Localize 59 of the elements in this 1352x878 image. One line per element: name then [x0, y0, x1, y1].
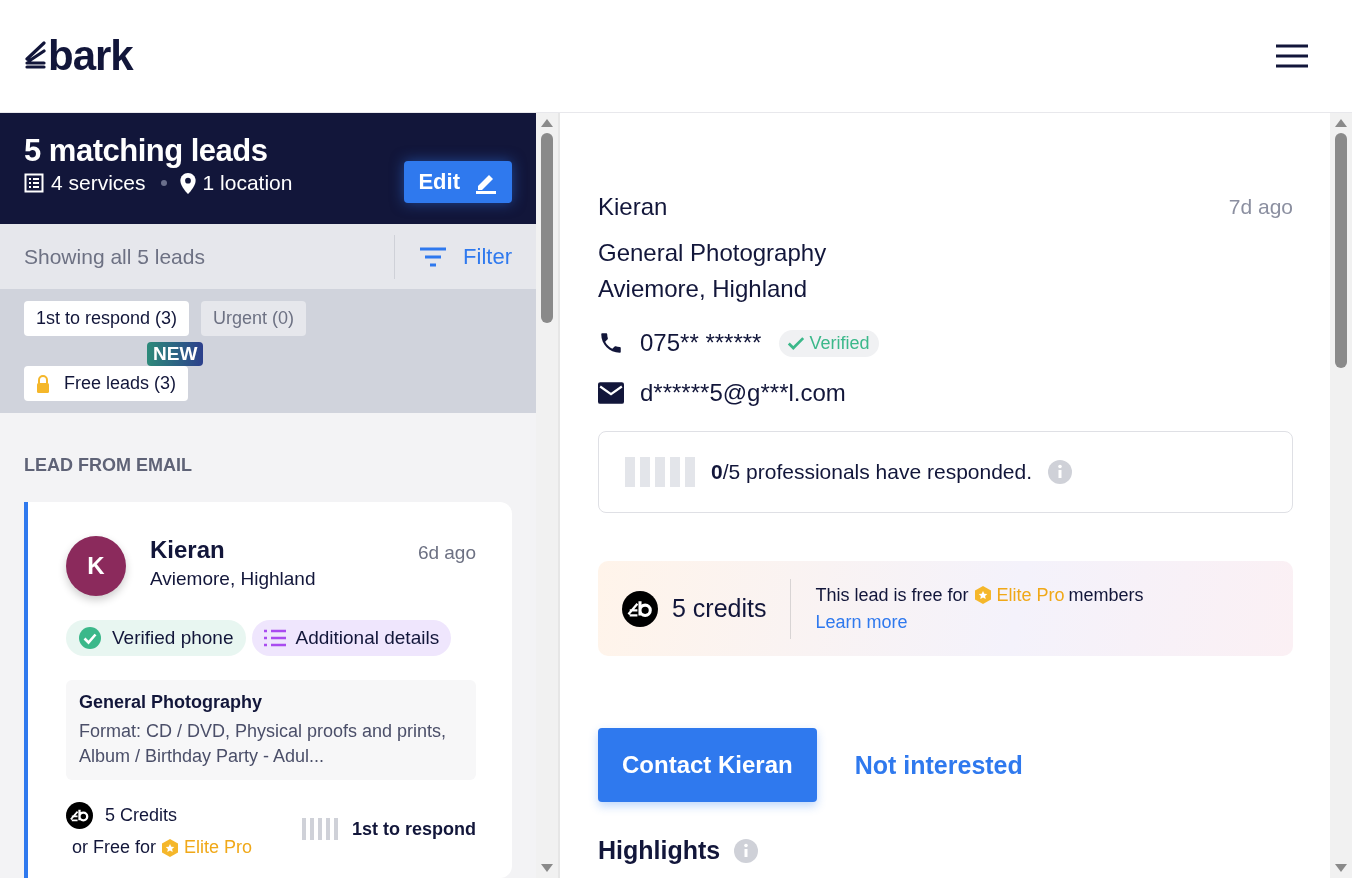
check-circle-icon	[78, 626, 102, 651]
phone-number: 075** ******	[640, 329, 762, 357]
lead-name: Kieran	[150, 536, 226, 565]
new-badge: NEW	[147, 342, 204, 367]
lead-card[interactable]	[24, 502, 512, 878]
credits-icon	[622, 590, 658, 627]
lead-tag: Additional details	[251, 620, 452, 657]
lead-name: Kieran	[598, 193, 668, 221]
logo-icon	[24, 41, 46, 71]
response-bars-icon	[302, 818, 338, 840]
check-icon	[787, 335, 806, 351]
lock-icon	[36, 374, 50, 393]
verified-badge: Verified	[779, 329, 880, 357]
responses-text: 0/5 professionals have responded.	[711, 460, 1033, 484]
list-icon	[263, 629, 286, 648]
lead-location: Aviemore, Highland	[150, 568, 317, 591]
filter-icon	[419, 245, 448, 268]
avatar: K	[66, 536, 126, 597]
list-icon	[24, 173, 44, 193]
learn-more-link[interactable]: Learn more	[815, 611, 908, 633]
section-label: LEAD FROM EMAIL	[24, 455, 193, 477]
elite-pro-text: Elite Pro	[996, 584, 1065, 606]
elite-badge-icon	[160, 837, 181, 858]
service-title: General Photography	[598, 238, 828, 268]
scrollbar[interactable]	[1330, 113, 1352, 878]
location-pin-icon	[179, 172, 196, 194]
email-address: d******5@g***l.com	[640, 379, 846, 407]
service-title: General Photography	[79, 692, 264, 714]
free-for-text: or Free for	[72, 837, 157, 858]
lead-time: 6d ago	[417, 542, 476, 565]
response-bars-icon	[625, 457, 695, 487]
contact-button[interactable]: Contact Kieran	[598, 728, 817, 802]
phone-icon	[598, 330, 624, 356]
location-count: 1 location	[202, 171, 293, 195]
filter-button[interactable]: Filter	[419, 243, 512, 270]
filter-chip[interactable]: 1st to respond (3)	[24, 301, 190, 337]
showing-text: Showing all 5 leads	[24, 244, 206, 269]
lead-time: 7d ago	[1228, 195, 1293, 219]
highlights-heading: Highlights	[598, 836, 721, 865]
service-details: Format: CD / DVD, Physical proofs and prints, Album / Birthday Party - Adul...	[79, 720, 448, 768]
response-text: 1st to respond	[352, 818, 476, 840]
email-icon	[598, 382, 624, 404]
edit-button[interactable]: Edit	[404, 161, 512, 203]
lead-tag: Verified phone	[66, 620, 246, 657]
services-count: 4 services	[51, 171, 146, 195]
menu-icon[interactable]	[1276, 44, 1308, 68]
free-note-text: This lead is free for	[815, 584, 969, 606]
logo-text[interactable]: bark	[48, 35, 133, 77]
elite-badge-icon	[972, 585, 993, 605]
credits-text: 5 credits	[672, 594, 767, 623]
not-interested-link[interactable]: Not interested	[854, 750, 1023, 780]
credits-icon	[66, 802, 93, 829]
members-text: members	[1068, 584, 1144, 606]
credits-text: 5 Credits	[105, 805, 178, 826]
leads-title: 5 matching leads	[24, 133, 269, 169]
scrollbar[interactable]	[536, 113, 560, 878]
elite-pro-text: Elite Pro	[184, 837, 253, 858]
filter-chip[interactable]: Free leads (3)	[24, 366, 189, 402]
lead-location: Aviemore, Highland	[598, 274, 808, 304]
